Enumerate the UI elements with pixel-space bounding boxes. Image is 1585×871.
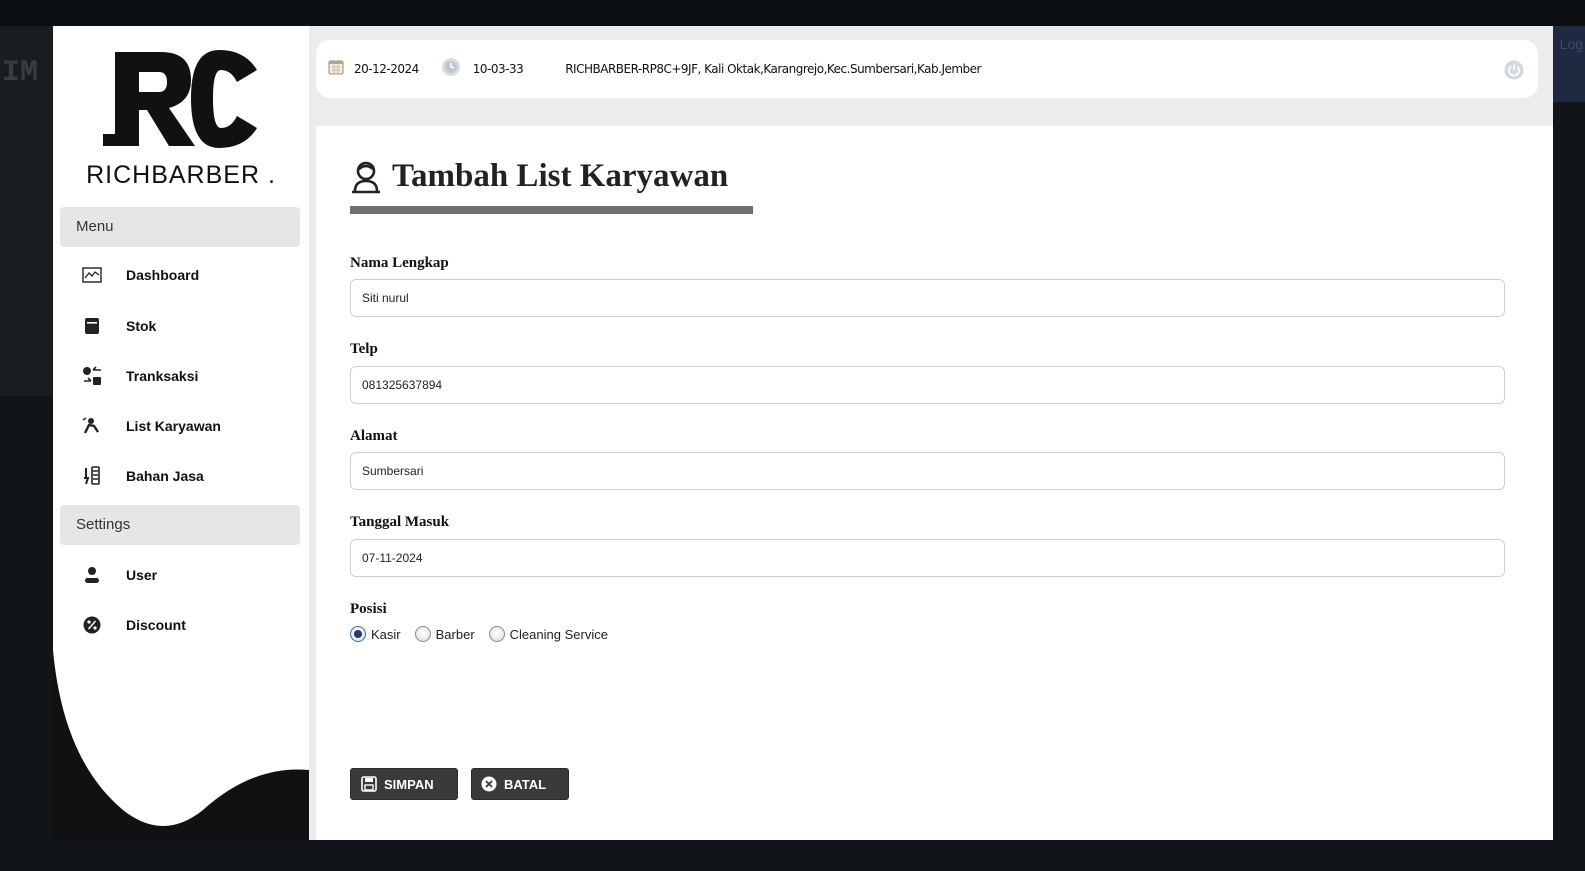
user-icon — [81, 564, 103, 586]
sidebar-item-label: Dashboard — [126, 267, 200, 283]
close-circle-icon — [481, 776, 497, 792]
sidebar-item-user[interactable]: User — [81, 562, 157, 588]
save-button[interactable]: SIMPAN — [350, 768, 458, 800]
title-underline — [350, 206, 753, 214]
page-title: Tambah List Karyawan — [350, 158, 728, 195]
floppy-disk-icon — [361, 776, 377, 792]
current-date: 20-12-2024 — [354, 62, 419, 76]
sidebar-item-stok[interactable]: Stok — [81, 313, 156, 339]
sidebar-item-label: Stok — [126, 318, 157, 334]
background-title: IM — [2, 56, 39, 90]
background-login-link: Log — [1559, 36, 1583, 52]
sidebar-item-tranksaksi[interactable]: Tranksaksi — [81, 363, 198, 389]
cancel-button-label: BATAL — [504, 776, 547, 792]
employee-title-icon — [352, 161, 380, 193]
full-name-label: Nama Lengkap — [350, 255, 449, 271]
position-option-label[interactable]: Kasir — [371, 627, 401, 642]
cancel-button[interactable]: BATAL — [471, 768, 569, 800]
phone-input[interactable] — [350, 366, 1505, 404]
sidebar-item-label: Discount — [126, 617, 186, 633]
background-window-left: IM — [0, 26, 53, 396]
power-icon[interactable] — [1504, 60, 1524, 80]
page-title-text: Tambah List Karyawan — [392, 158, 729, 194]
sidebar-item-label: List Karyawan — [126, 418, 221, 434]
phone-label: Telp — [350, 341, 378, 357]
current-time: 10-03-33 — [472, 62, 524, 76]
menu-heading: Menu — [60, 207, 300, 247]
position-radio-kasir[interactable] — [350, 626, 366, 642]
sidebar-item-dashboard[interactable]: Dashboard — [81, 262, 199, 288]
sidebar-decorative-wave — [53, 650, 309, 840]
chart-icon — [81, 264, 103, 286]
box-icon — [81, 315, 103, 337]
brand-name: RICHBARBER . — [86, 161, 276, 189]
calendar-icon — [328, 59, 344, 80]
address-label: Alamat — [350, 428, 398, 444]
store-address: RICHBARBER-RP8C+9JF, Kali Oktak,Karangre… — [565, 62, 981, 76]
logo-mark: RC — [103, 50, 257, 148]
position-option-label[interactable]: Cleaning Service — [510, 627, 608, 642]
form-panel: Tambah List Karyawan Nama Lengkap Telp A… — [316, 120, 1553, 840]
position-radio-cleaning-service[interactable] — [488, 626, 505, 642]
address-input[interactable] — [350, 452, 1505, 490]
sidebar-item-label: User — [126, 567, 158, 583]
transaction-icon — [81, 365, 103, 387]
sidebar-item-discount[interactable]: Discount — [81, 612, 186, 638]
background-window-bar — [0, 0, 1585, 26]
app-window: RC RICHBARBER . Menu Dashboard Stok — [53, 26, 1553, 840]
tools-icon — [81, 465, 103, 487]
sidebar-item-bahan-jasa[interactable]: Bahan Jasa — [81, 463, 204, 489]
settings-heading: Settings — [60, 505, 300, 545]
employee-icon — [81, 415, 103, 437]
position-radio-barber[interactable] — [414, 626, 431, 642]
discount-icon — [81, 614, 103, 636]
top-status-bar: 20-12-2024 10-03-33 RICHBARBER-RP8C+9JF,… — [316, 40, 1538, 98]
full-name-input[interactable] — [350, 279, 1505, 317]
position-label: Posisi — [350, 601, 387, 617]
sidebar-item-list-karyawan[interactable]: List Karyawan — [81, 413, 221, 439]
save-button-label: SIMPAN — [384, 776, 434, 792]
sidebar-item-label: Tranksaksi — [126, 368, 199, 384]
position-option-label[interactable]: Barber — [436, 627, 475, 642]
sidebar-item-label: Bahan Jasa — [126, 468, 204, 484]
start-date-label: Tanggal Masuk — [350, 514, 450, 530]
start-date-input[interactable] — [350, 539, 1505, 577]
sidebar: RC RICHBARBER . Menu Dashboard Stok — [53, 26, 309, 840]
position-radio-group: Kasir Barber Cleaning Service — [350, 626, 622, 642]
clock-icon — [441, 57, 461, 82]
